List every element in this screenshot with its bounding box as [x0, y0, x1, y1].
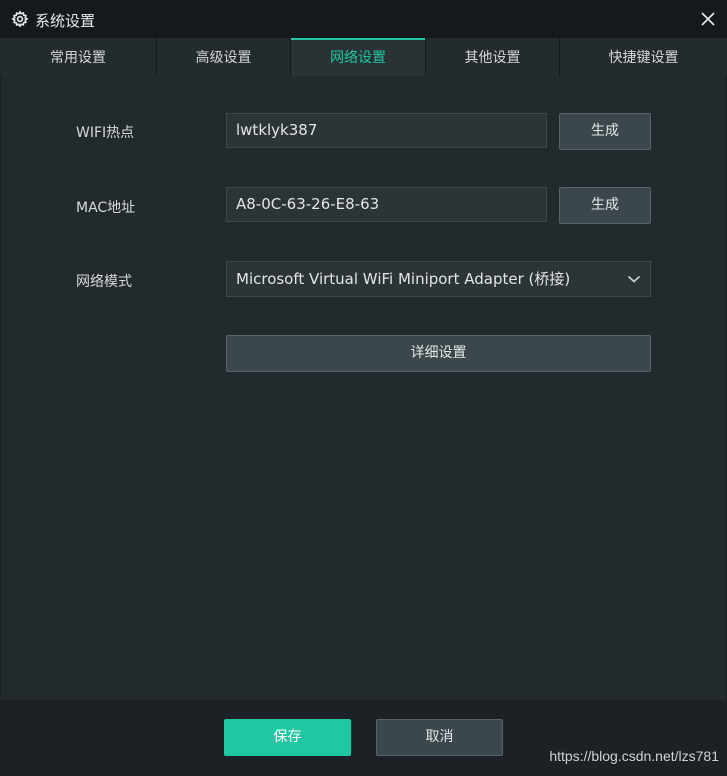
mac-label: MAC地址 [76, 200, 136, 216]
tab-other[interactable]: 其他设置 [426, 38, 559, 76]
mac-address-field[interactable]: A8-0C-63-26-E8-63 [226, 187, 547, 222]
tab-advanced[interactable]: 高级设置 [157, 38, 290, 76]
tab-general[interactable]: 常用设置 [0, 38, 156, 76]
network-mode-value: Microsoft Virtual WiFi Miniport Adapter … [236, 270, 571, 288]
close-icon[interactable] [699, 10, 717, 28]
watermark: https://blog.csdn.net/lzs781 [549, 748, 719, 764]
chevron-down-icon [627, 275, 641, 283]
cancel-button[interactable]: 取消 [376, 719, 503, 756]
network-settings-panel [1, 76, 726, 700]
save-button[interactable]: 保存 [224, 719, 351, 756]
footer [0, 700, 727, 776]
generate-mac-button[interactable]: 生成 [559, 187, 651, 224]
tab-shortcuts[interactable]: 快捷键设置 [560, 38, 727, 76]
network-mode-label: 网络模式 [76, 274, 132, 290]
tab-bar: 常用设置 高级设置 网络设置 其他设置 快捷键设置 [0, 38, 727, 77]
detail-settings-button[interactable]: 详细设置 [226, 335, 651, 372]
title-bar: 系统设置 [0, 0, 727, 38]
gear-icon [11, 10, 29, 28]
generate-wifi-button[interactable]: 生成 [559, 113, 651, 150]
network-mode-select[interactable]: Microsoft Virtual WiFi Miniport Adapter … [226, 261, 651, 297]
tab-network[interactable]: 网络设置 [291, 38, 425, 76]
window-title: 系统设置 [35, 12, 96, 30]
wifi-hotspot-field[interactable]: lwtklyk387 [226, 113, 547, 148]
wifi-label: WIFI热点 [76, 125, 135, 141]
